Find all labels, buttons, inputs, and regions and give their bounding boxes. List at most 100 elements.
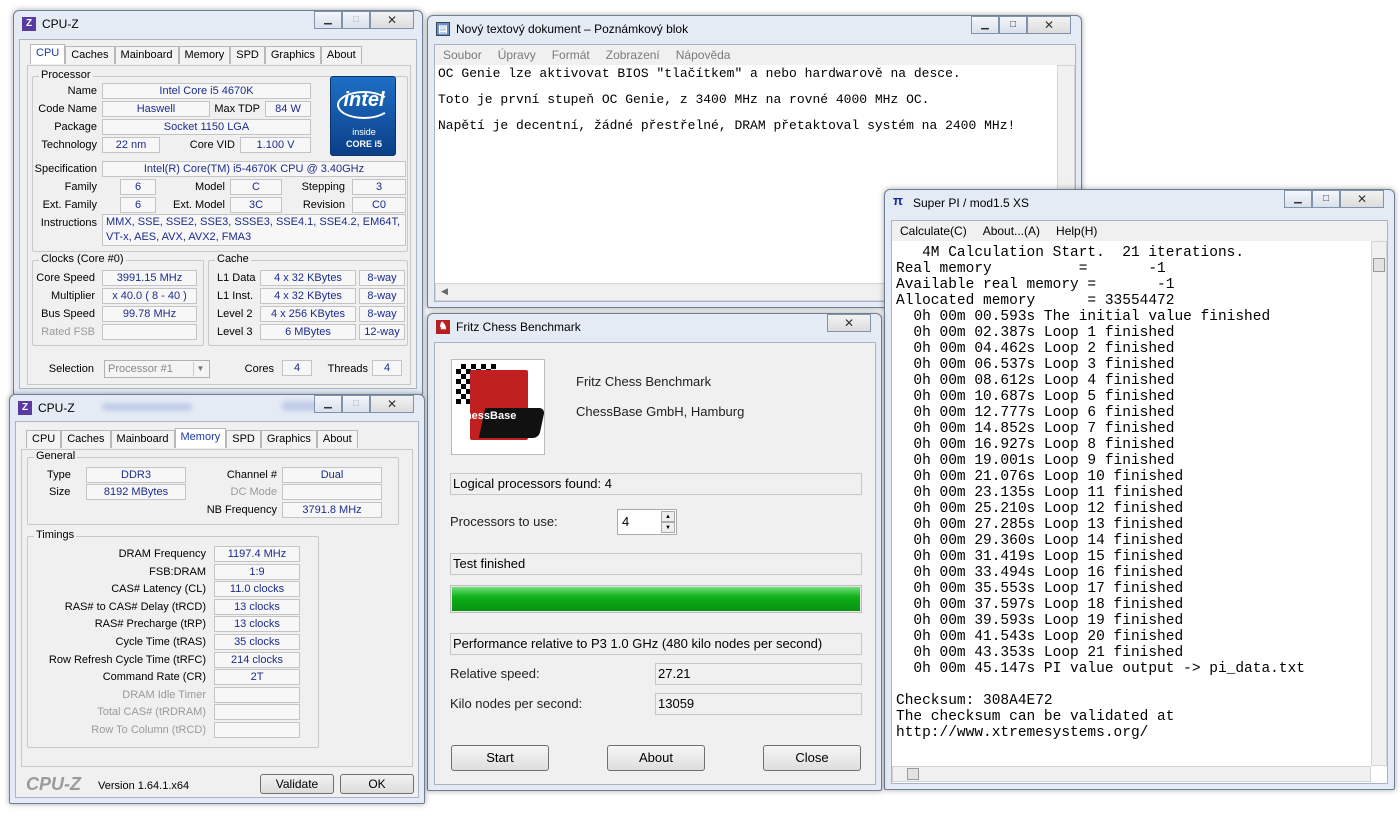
tab-memory[interactable]: Memory <box>174 428 227 448</box>
type-value: DDR3 <box>86 467 186 483</box>
technology-value: 22 nm <box>102 137 160 153</box>
maximize-button[interactable]: □ <box>1312 190 1340 208</box>
l3-value: 6 MBytes <box>260 324 356 340</box>
superpi-titlebar[interactable]: π Super PI / mod1.5 XS ▁ □ ✕ <box>885 190 1394 216</box>
tab-caches[interactable]: Caches <box>61 430 111 448</box>
fritz-title: Fritz Chess Benchmark <box>456 320 581 334</box>
superpi-horizontal-scrollbar[interactable] <box>892 766 1371 782</box>
progress-bar <box>450 585 862 613</box>
tab-caches[interactable]: Caches <box>65 46 115 64</box>
tab-cpu[interactable]: CPU <box>26 430 62 448</box>
processors-value: 4 <box>622 514 630 529</box>
notepad-line-3: Napětí je decentní, žádné přestřelné, DR… <box>438 118 1016 133</box>
minimize-button[interactable]: ▁ <box>314 395 342 413</box>
timing-label: DRAM Idle Timer <box>122 688 206 701</box>
scroll-left-icon[interactable]: ◀ <box>441 286 448 297</box>
tab-graphics[interactable]: Graphics <box>260 430 317 448</box>
package-value: Socket 1150 LGA <box>102 119 311 135</box>
menu-help[interactable]: Help(H) <box>1048 224 1105 241</box>
l1d-way: 8-way <box>359 270 405 286</box>
channel-value: Dual <box>282 467 382 483</box>
validate-button[interactable]: Validate <box>260 774 334 794</box>
timing-label: RAS# Precharge (tRP) <box>94 618 206 631</box>
scroll-thumb[interactable] <box>1373 258 1385 272</box>
tab-about[interactable]: About <box>316 430 358 448</box>
tab-spd[interactable]: SPD <box>226 430 261 448</box>
performance-note: Performance relative to P3 1.0 GHz (480 … <box>450 633 862 655</box>
minimize-button[interactable]: ▁ <box>971 16 999 34</box>
tab-graphics[interactable]: Graphics <box>264 46 321 64</box>
l1d-label: L1 Data <box>217 272 256 284</box>
start-button[interactable]: Start <box>451 745 549 771</box>
menu-about[interactable]: About...(A) <box>975 224 1048 241</box>
superpi-vertical-scrollbar[interactable] <box>1371 241 1387 766</box>
spinner-down-icon[interactable]: ▼ <box>661 522 675 533</box>
revision-value: C0 <box>352 197 406 213</box>
close-button[interactable]: ✕ <box>1340 190 1384 208</box>
cpuz-app-icon: Z <box>18 401 32 415</box>
version-text: Version 1.64.1.x64 <box>98 780 190 792</box>
model-label: Model <box>195 181 225 193</box>
company-name: ChessBase GmbH, Hamburg <box>576 404 745 419</box>
busspeed-label: Bus Speed <box>41 308 95 320</box>
timing-value: 214 clocks <box>214 651 300 668</box>
chevron-down-icon: ▼ <box>193 362 207 376</box>
close-dialog-button[interactable]: Close <box>763 745 861 771</box>
tab-mainboard[interactable]: Mainboard <box>114 46 179 64</box>
family-label: Family <box>64 181 97 193</box>
tab-memory[interactable]: Memory <box>178 46 231 64</box>
timing-label: Row To Column (tRCD) <box>91 724 206 736</box>
maxtdp-label: Max TDP <box>214 103 260 115</box>
tab-cpu[interactable]: CPU <box>30 44 66 64</box>
specification-value: Intel(R) Core(TM) i5-4670K CPU @ 3.40GHz <box>102 161 406 177</box>
cpuz-titlebar[interactable]: Z CPU-Z ▁ □ ✕ <box>10 395 424 421</box>
package-label: Package <box>54 121 97 133</box>
selection-dropdown[interactable]: Processor #1 ▼ <box>104 360 210 378</box>
kilo-nodes-label: Kilo nodes per second: <box>450 696 583 711</box>
menu-calculate[interactable]: Calculate(C) <box>892 224 975 241</box>
specification-label: Specification <box>34 163 97 175</box>
kilo-nodes-value: 13059 <box>655 693 862 715</box>
family-value: 6 <box>120 179 156 195</box>
ratedfsb-value <box>102 324 197 340</box>
superpi-window: π Super PI / mod1.5 XS ▁ □ ✕ Calculate(C… <box>884 189 1395 790</box>
selection-label: Selection <box>48 363 94 375</box>
tab-about[interactable]: About <box>320 46 362 64</box>
scroll-thumb[interactable] <box>907 768 919 780</box>
timing-value: 13 clocks <box>214 616 300 633</box>
spinner-up-icon[interactable]: ▲ <box>661 511 675 522</box>
stepping-label: Stepping <box>301 181 345 193</box>
fritz-titlebar[interactable]: ♞ Fritz Chess Benchmark ✕ <box>428 314 881 340</box>
close-button[interactable]: ✕ <box>827 314 871 332</box>
close-button[interactable]: ✕ <box>1027 16 1071 34</box>
notepad-icon: ▤ <box>436 22 450 36</box>
tab-spd[interactable]: SPD <box>230 46 265 64</box>
fritz-window: ♞ Fritz Chess Benchmark ✕ ChessBase Frit… <box>427 313 882 791</box>
maximize-button[interactable]: □ <box>999 16 1027 34</box>
l2-way: 8-way <box>359 306 405 322</box>
l2-value: 4 x 256 KBytes <box>260 306 356 322</box>
stepping-value: 3 <box>352 179 406 195</box>
close-button[interactable]: ✕ <box>370 11 414 29</box>
l1i-way: 8-way <box>359 288 405 304</box>
processors-spinner[interactable]: 4 ▲ ▼ <box>617 509 677 535</box>
intel-core-i5-logo: intel inside CORE i5 <box>330 76 396 156</box>
busspeed-value: 99.78 MHz <box>102 306 197 322</box>
product-name: Fritz Chess Benchmark <box>576 374 712 389</box>
instructions-value: MMX, SSE, SSE2, SSE3, SSSE3, SSE4.1, SSE… <box>102 214 406 246</box>
timing-label: Command Rate (CR) <box>102 671 206 684</box>
timing-value <box>214 722 300 738</box>
minimize-button[interactable]: ▁ <box>1284 190 1312 208</box>
l1i-label: L1 Inst. <box>217 290 254 302</box>
notepad-titlebar[interactable]: ▤ Nový textový dokument – Poznámkový blo… <box>428 16 1081 42</box>
instructions-label: Instructions <box>40 217 97 229</box>
processors-label: Processors to use: <box>450 514 558 529</box>
close-button[interactable]: ✕ <box>370 395 414 413</box>
chessbase-logo-text: ChessBase <box>457 410 517 422</box>
about-button[interactable]: About <box>607 745 705 771</box>
minimize-button[interactable]: ▁ <box>314 11 342 29</box>
cpuz-titlebar[interactable]: Z CPU-Z ▁ □ ✕ <box>14 11 422 37</box>
type-label: Type <box>47 469 71 481</box>
tab-mainboard[interactable]: Mainboard <box>110 430 175 448</box>
ok-button[interactable]: OK <box>340 774 414 794</box>
